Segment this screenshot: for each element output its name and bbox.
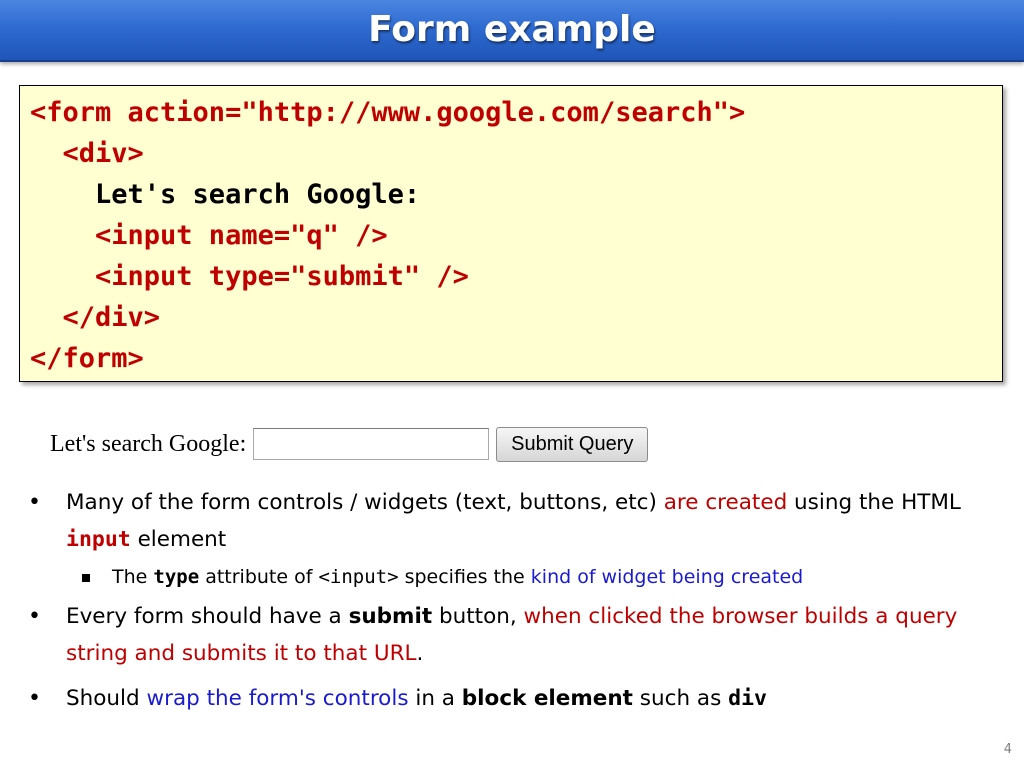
code-line-div-close: </div> xyxy=(30,302,161,333)
code-box: <form action="http://www.google.com/sear… xyxy=(19,85,1003,382)
search-input[interactable] xyxy=(253,428,490,460)
demo-label: Let's search Google: xyxy=(50,430,247,457)
sub-bullet-item: The type attribute of <input> specifies … xyxy=(82,562,1002,592)
bullet-item: • Every form should have a submit button,… xyxy=(28,598,1006,672)
code-line-form-open: <form action="http://www.google.com/sear… xyxy=(30,97,746,128)
page-number: 4 xyxy=(1003,742,1012,757)
square-bullet-icon xyxy=(82,574,90,582)
bullet-list: • Many of the form controls / widgets (te… xyxy=(0,484,1024,717)
rendered-form-demo: Let's search Google: Submit Query xyxy=(50,425,649,463)
code-line-input-submit: <input type="submit" /> xyxy=(30,261,469,292)
submit-query-button[interactable]: Submit Query xyxy=(496,426,649,462)
bullet-dot-icon: • xyxy=(28,490,41,515)
slide-title: Form example xyxy=(368,9,656,50)
code-line-text: Let's search Google: xyxy=(30,179,421,210)
bullet-item: • Many of the form controls / widgets (te… xyxy=(28,484,1006,558)
code-line-form-close: </form> xyxy=(30,343,144,374)
code-line-div-open: <div> xyxy=(30,138,144,169)
bullet-dot-icon: • xyxy=(28,686,41,711)
bullet-dot-icon: • xyxy=(28,604,41,629)
code-line-input-q: <input name="q" /> xyxy=(30,220,388,251)
title-bar: Form example xyxy=(0,0,1024,62)
bullet-item: • Should wrap the form's controls in a bl… xyxy=(28,680,1006,717)
